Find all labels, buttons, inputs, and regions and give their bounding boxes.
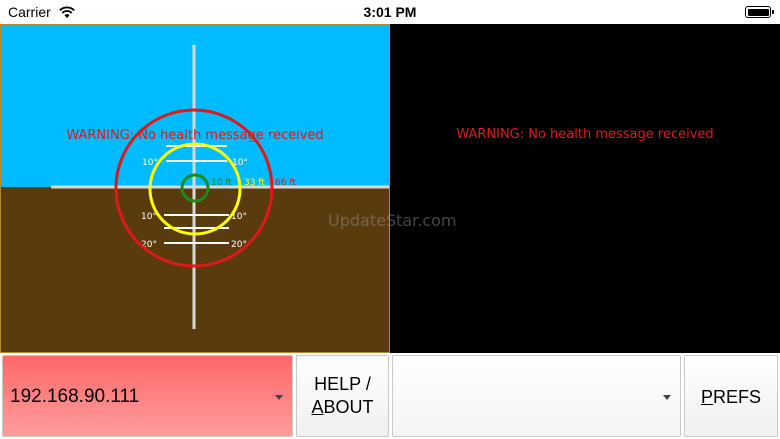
range-label-inner: 10 ft: [211, 178, 232, 188]
warning-message: WARNING: No health message received: [66, 128, 324, 143]
ip-address-dropdown[interactable]: 192.168.90.111: [2, 355, 293, 437]
status-bar: Carrier 3:01 PM: [0, 0, 780, 24]
help-label: HELP /: [314, 374, 371, 394]
dropdown-arrow-icon: [275, 395, 283, 400]
battery-icon: [745, 6, 774, 18]
warning-message: WARNING: No health message received: [456, 127, 714, 142]
control-bar: 192.168.90.111 HELP / ABOUT PREFS: [0, 353, 780, 439]
secondary-display: WARNING: No health message received: [390, 24, 780, 353]
pitch-label: 10°: [141, 212, 157, 222]
range-label-middle: 33 ft: [244, 178, 265, 188]
prefs-button[interactable]: PREFS: [684, 355, 778, 437]
attitude-indicator: 10° 10° 10° 10° 20° 20° 10 ft 33 ft 66 f…: [0, 24, 390, 353]
dropdown-arrow-icon: [663, 395, 671, 400]
attitude-graphic: 10° 10° 10° 10° 20° 20° 10 ft 33 ft 66 f…: [1, 25, 389, 352]
range-label-outer: 66 ft: [275, 178, 296, 188]
selector-dropdown[interactable]: [392, 355, 681, 437]
clock-label: 3:01 PM: [363, 4, 417, 20]
help-about-button[interactable]: HELP / ABOUT: [296, 355, 389, 437]
about-label: ABOUT: [311, 397, 374, 417]
ip-address-value: 192.168.90.111: [10, 386, 140, 407]
watermark: UpdateStar.com: [328, 211, 457, 230]
